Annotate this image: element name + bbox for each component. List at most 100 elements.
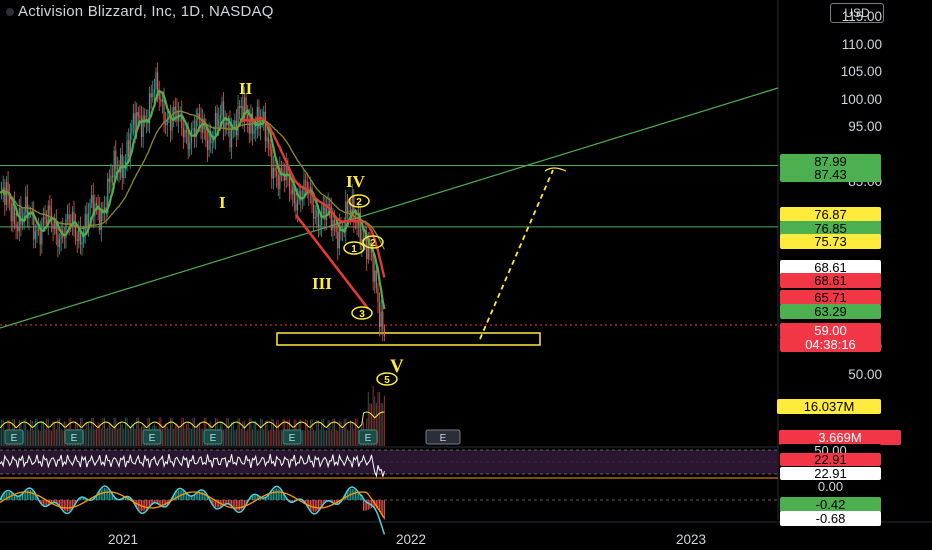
osc2-histogram-bar — [313, 500, 315, 512]
volume-bar — [115, 417, 117, 446]
volume-bar — [198, 422, 200, 446]
candle-body — [295, 203, 297, 211]
osc2-histogram-bar — [30, 489, 32, 500]
candle-body — [44, 217, 46, 220]
osc2-histogram-bar — [160, 500, 162, 505]
osc2-histogram-bar — [144, 500, 146, 511]
volume-bar — [322, 418, 324, 446]
volume-bar — [84, 429, 86, 446]
earnings-marker-label: E — [210, 433, 217, 444]
candle-body — [46, 219, 48, 224]
earnings-marker-label: E — [149, 433, 156, 444]
candle-body — [123, 167, 125, 178]
volume-bar — [223, 429, 225, 446]
volume-bar — [319, 429, 321, 446]
volume-bar — [38, 429, 40, 446]
osc2-histogram-bar — [22, 494, 24, 500]
osc2-histogram-bar — [316, 500, 318, 512]
candle-body — [377, 288, 379, 302]
candle-body — [87, 213, 90, 228]
volume-bar — [102, 417, 104, 446]
candle-body — [126, 140, 128, 161]
price-axis-label: 95.00 — [848, 119, 882, 134]
volume-bar — [94, 428, 96, 446]
wave-label: I — [219, 193, 226, 212]
volume-bar — [345, 418, 347, 446]
volume-bar — [383, 395, 385, 446]
osc2-histogram-bar — [178, 490, 180, 500]
osc2-histogram-bar — [44, 500, 46, 506]
wave-circle-label: 3 — [359, 309, 365, 320]
osc2-histogram-bar — [197, 492, 199, 500]
candle-body — [63, 236, 65, 238]
candle-body — [316, 210, 318, 218]
volume-bar — [46, 418, 48, 446]
volume-bar — [202, 428, 204, 446]
osc2-histogram-bar — [65, 500, 67, 512]
osc2-histogram-bar — [309, 500, 311, 510]
osc2-histogram-bar — [274, 488, 276, 500]
candle-body — [174, 106, 176, 111]
earnings-future-label: E — [440, 433, 447, 444]
candle-body — [58, 239, 61, 248]
volume-bar — [31, 420, 33, 446]
volume-bar — [41, 420, 43, 446]
oscillator-tag: 22.91 — [780, 453, 881, 466]
candle-body — [155, 72, 157, 90]
price-axis-label: 50.00 — [848, 366, 882, 382]
candle-body — [132, 113, 135, 125]
volume-bar — [272, 419, 274, 446]
candle-body — [335, 225, 337, 232]
earnings-marker-label: E — [11, 433, 18, 444]
osc2-histogram-bar — [176, 491, 178, 500]
volume-bar — [269, 429, 271, 446]
candle-body — [219, 115, 221, 120]
volume-bar — [243, 420, 245, 446]
candle-body — [333, 220, 336, 226]
volume-bar — [253, 421, 255, 446]
candle-body — [84, 214, 86, 232]
projection-line — [479, 169, 554, 340]
osc2-histogram-bar — [104, 488, 106, 500]
candle-body — [267, 137, 270, 144]
candle-body — [150, 93, 152, 98]
candle-body — [221, 101, 223, 116]
earnings-marker-label: E — [365, 433, 372, 444]
candle-body — [211, 142, 213, 144]
volume-bar — [280, 429, 282, 446]
volume-bar — [313, 429, 315, 446]
volume-bar — [247, 429, 249, 446]
candle-body — [383, 329, 385, 336]
candle-body — [264, 111, 266, 142]
osc2-histogram-bar — [353, 489, 355, 500]
candle-body — [372, 251, 374, 282]
volume-bar — [379, 391, 381, 446]
volume-bar — [116, 428, 118, 446]
volume-bar — [176, 423, 178, 446]
volume-bar — [354, 418, 356, 446]
price-axis-label: 100.00 — [840, 91, 882, 107]
volume-bar — [184, 428, 186, 446]
osc2-histogram-bar — [195, 493, 197, 500]
volume-bar — [380, 403, 382, 446]
osc2-histogram-bar — [358, 493, 360, 500]
osc2-histogram-bar — [110, 492, 112, 500]
osc2-histogram-bar — [31, 490, 33, 500]
volume-bar — [126, 417, 128, 446]
osc2-histogram-bar — [182, 491, 184, 500]
volume-bar — [258, 429, 260, 446]
volume-bar — [168, 428, 170, 446]
osc2-histogram-bar — [99, 491, 101, 500]
price-axis-label: 115.00 — [841, 9, 882, 24]
volume-bar — [129, 426, 131, 446]
volume-bar — [190, 428, 192, 446]
candle-body — [76, 238, 78, 241]
earnings-marker-label: E — [289, 433, 296, 444]
wave-label: IV — [346, 172, 365, 191]
osc2-histogram-bar — [23, 492, 25, 500]
osc2-histogram-bar — [63, 500, 65, 511]
osc2-histogram-bar — [81, 497, 83, 500]
volume-bar — [141, 426, 143, 446]
time-axis-label: 2022 — [396, 532, 427, 547]
volume-bar — [110, 423, 112, 446]
